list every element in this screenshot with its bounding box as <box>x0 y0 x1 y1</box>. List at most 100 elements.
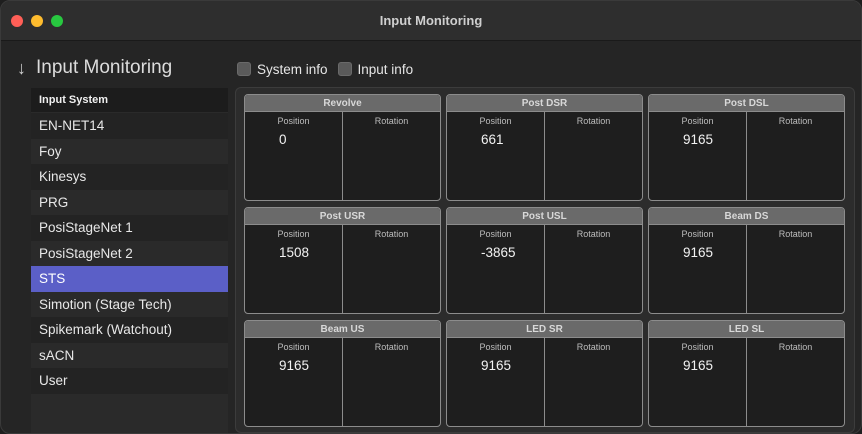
card-title: LED SR <box>447 321 642 338</box>
position-label: Position <box>277 229 310 239</box>
position-value: 0 <box>279 132 287 147</box>
list-header: Input System <box>31 88 228 113</box>
list-item[interactable]: Foy <box>31 138 228 164</box>
monitor-card: Beam DS Position 9165 Rotation <box>648 207 845 314</box>
arrow-down-icon: ↓ <box>17 57 26 78</box>
system-info-label: System info <box>257 61 328 77</box>
card-title: LED SL <box>649 321 844 338</box>
card-body: Position -3865 Rotation <box>447 225 642 313</box>
position-column: Position -3865 <box>447 225 544 313</box>
list-item[interactable]: Simotion (Stage Tech) <box>31 291 228 317</box>
monitor-card: Post DSR Position 661 Rotation <box>446 94 643 201</box>
rotation-label: Rotation <box>374 342 409 352</box>
list-item[interactable]: User <box>31 368 228 394</box>
card-body: Position 9165 Rotation <box>649 112 844 200</box>
card-title: Post DSL <box>649 95 844 112</box>
card-title: Beam US <box>245 321 440 338</box>
list-item[interactable]: STS <box>31 266 228 292</box>
rotation-column: Rotation <box>342 112 440 200</box>
rotation-label: Rotation <box>778 116 813 126</box>
position-column: Position 9165 <box>649 112 746 200</box>
position-value: 9165 <box>683 132 714 147</box>
card-body: Position 661 Rotation <box>447 112 642 200</box>
rotation-label: Rotation <box>374 229 409 239</box>
rotation-column: Rotation <box>544 338 642 426</box>
list-item[interactable]: Spikemark (Watchout) <box>31 317 228 343</box>
list-item[interactable]: PosiStageNet 2 <box>31 240 228 266</box>
monitor-card: Post DSL Position 9165 Rotation <box>648 94 845 201</box>
position-column: Position 9165 <box>649 225 746 313</box>
position-label: Position <box>479 229 512 239</box>
position-column: Position 9165 <box>245 338 342 426</box>
list-item-empty <box>31 393 228 419</box>
rotation-label: Rotation <box>576 116 611 126</box>
position-value: 9165 <box>683 245 714 260</box>
app-window: Input Monitoring ↓ Input Monitoring Inpu… <box>0 0 862 434</box>
rotation-label: Rotation <box>576 229 611 239</box>
position-label: Position <box>681 116 714 126</box>
card-body: Position 9165 Rotation <box>245 338 440 426</box>
list-item[interactable]: PRG <box>31 189 228 215</box>
options-bar: System info Input info <box>237 59 413 79</box>
card-title: Post DSR <box>447 95 642 112</box>
input-system-list[interactable]: Input System EN-NET14 Foy Kinesys PRG PosiSt… <box>31 88 228 433</box>
maximize-window-button[interactable] <box>51 15 63 27</box>
system-info-checkbox[interactable]: System info <box>237 62 328 77</box>
rotation-label: Rotation <box>778 229 813 239</box>
window-controls <box>11 15 63 27</box>
position-value: 1508 <box>279 245 310 260</box>
rotation-column: Rotation <box>544 225 642 313</box>
position-column: Position 9165 <box>649 338 746 426</box>
sidebar-header[interactable]: ↓ Input Monitoring <box>17 53 172 83</box>
input-info-checkbox[interactable]: Input info <box>337 61 414 77</box>
monitor-card: Revolve Position 0 Rotation <box>244 94 441 201</box>
position-column: Position 1508 <box>245 225 342 313</box>
card-title: Post USL <box>447 208 642 225</box>
rotation-column: Rotation <box>544 112 642 200</box>
position-value: 9165 <box>279 358 310 373</box>
position-column: Position 9165 <box>447 338 544 426</box>
monitor-card: LED SR Position 9165 Rotation <box>446 320 643 427</box>
card-body: Position 1508 Rotation <box>245 225 440 313</box>
monitor-card: Post USL Position -3865 Rotation <box>446 207 643 314</box>
list-item[interactable]: PosiStageNet 1 <box>31 215 228 241</box>
position-label: Position <box>277 116 310 126</box>
position-column: Position 0 <box>245 112 342 200</box>
rotation-label: Rotation <box>374 116 409 126</box>
card-body: Position 9165 Rotation <box>649 225 844 313</box>
position-value: 9165 <box>683 358 714 373</box>
rotation-label: Rotation <box>576 342 611 352</box>
list-item[interactable]: EN-NET14 <box>31 113 228 139</box>
monitor-card: Post USR Position 1508 Rotation <box>244 207 441 314</box>
monitor-card: Beam US Position 9165 Rotation <box>244 320 441 427</box>
sidebar-header-label: Input Monitoring <box>36 57 173 78</box>
rotation-label: Rotation <box>778 342 813 352</box>
position-label: Position <box>479 116 512 126</box>
position-label: Position <box>681 229 714 239</box>
monitor-panel: Revolve Position 0 Rotation Post DSR Position… <box>235 87 855 433</box>
position-label: Position <box>681 342 714 352</box>
card-body: Position 0 Rotation <box>245 112 440 200</box>
position-value: 9165 <box>481 358 512 373</box>
list-item[interactable]: sACN <box>31 342 228 368</box>
list-item-empty <box>31 419 228 433</box>
input-info-box[interactable] <box>337 62 352 76</box>
monitor-card: LED SL Position 9165 Rotation <box>648 320 845 427</box>
rotation-column: Rotation <box>342 225 440 313</box>
rotation-column: Rotation <box>746 112 844 200</box>
card-title: Revolve <box>245 95 440 112</box>
minimize-window-button[interactable] <box>31 15 43 27</box>
rotation-column: Rotation <box>746 338 844 426</box>
title-bar: Input Monitoring <box>1 1 861 41</box>
card-title: Beam DS <box>649 208 844 225</box>
card-body: Position 9165 Rotation <box>649 338 844 426</box>
system-info-box[interactable] <box>237 62 251 76</box>
position-label: Position <box>277 342 310 352</box>
close-window-button[interactable] <box>11 15 23 27</box>
list-item[interactable]: Kinesys <box>31 164 228 190</box>
window-title: Input Monitoring <box>379 13 483 28</box>
card-body: Position 9165 Rotation <box>447 338 642 426</box>
rotation-column: Rotation <box>746 225 844 313</box>
input-info-label: Input info <box>357 61 414 77</box>
position-value: 661 <box>481 132 504 147</box>
